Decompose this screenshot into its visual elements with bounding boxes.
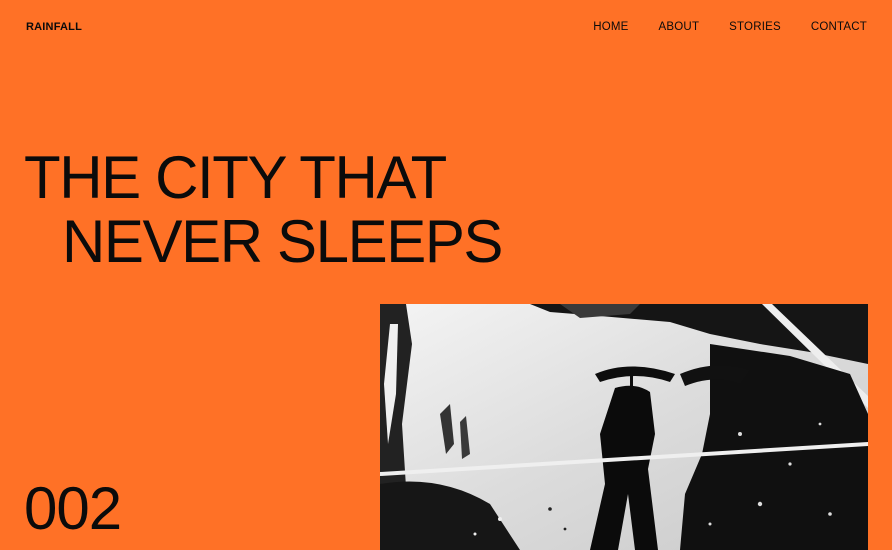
- brand-logo[interactable]: RAINFALL: [26, 20, 82, 34]
- nav-item-stories[interactable]: STORIES: [729, 20, 781, 34]
- hero-headline: THE CITY THAT NEVER SLEEPS: [24, 144, 503, 275]
- main-nav: HOME ABOUT STORIES CONTACT: [593, 20, 867, 34]
- issue-number: 002: [24, 475, 122, 542]
- hero-headline-line2: NEVER SLEEPS: [62, 208, 503, 275]
- nav-item-contact[interactable]: CONTACT: [811, 20, 867, 34]
- nav-item-home[interactable]: HOME: [593, 20, 628, 34]
- rain-reflection-photo: [380, 304, 868, 550]
- nav-item-about[interactable]: ABOUT: [659, 20, 700, 34]
- hero-headline-line1: THE CITY THAT: [24, 144, 447, 211]
